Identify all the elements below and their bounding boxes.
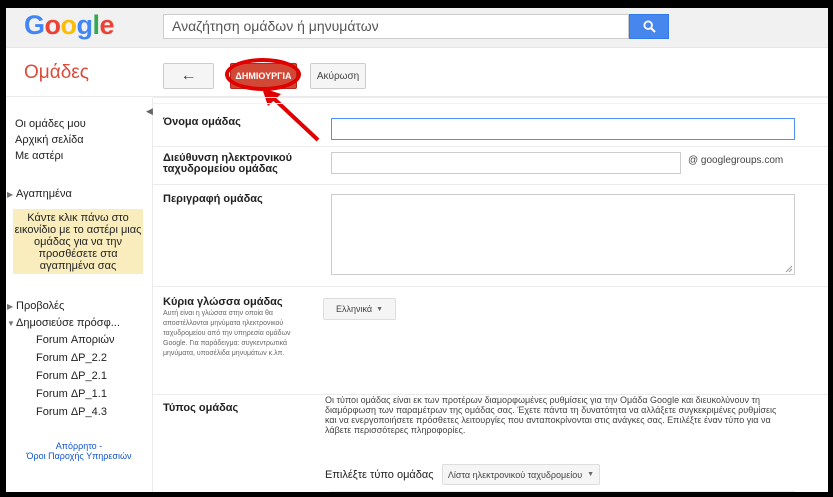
sidebar: Οι ομάδες μου Αρχική σελίδα Με αστέρι ▶ Α… <box>6 98 153 492</box>
search-icon <box>642 20 656 33</box>
logo-letter: g <box>76 10 94 40</box>
language-value: Ελληνικά <box>335 304 373 314</box>
group-name-input[interactable] <box>331 118 795 140</box>
divider <box>153 97 828 98</box>
group-email-label: Διεύθυνση ηλεκτρονικού ταχυδρομείου ομάδ… <box>163 153 292 175</box>
group-language-help: Αυτή είναι η γλώσσα στην οποία θα αποστέ… <box>163 310 291 357</box>
search-input[interactable]: Αναζήτηση ομάδων ή μηνυμάτων <box>163 14 629 39</box>
back-arrow-icon: ← <box>180 67 197 84</box>
top-bar: Google Αναζήτηση ομάδων ή μηνυμάτων <box>6 8 828 48</box>
google-logo[interactable]: Google <box>24 10 115 41</box>
sidebar-item-starred[interactable]: Με αστέρι <box>15 150 63 162</box>
chevron-down-icon: ▼ <box>7 319 15 328</box>
favorites-hint: Κάντε κλικ πάνω στο εικονίδιο με το αστέ… <box>13 209 143 274</box>
sidebar-section-recent[interactable]: ▼Δημοσιεύσε πρόσφ... <box>7 317 120 329</box>
divider <box>153 184 828 185</box>
logo-letter: o <box>60 10 78 40</box>
email-domain-suffix: @ googlegroups.com <box>688 155 784 166</box>
sidebar-item-my-groups[interactable]: Οι ομάδες μου <box>15 118 86 130</box>
create-group-form: Όνομα ομάδας Διεύθυνση ηλεκτρονικού ταχυ… <box>153 97 828 492</box>
chevron-right-icon: ▶ <box>7 190 14 199</box>
group-email-input[interactable] <box>331 152 681 174</box>
sidebar-item-forum[interactable]: Forum ΔΡ_4.3 <box>36 406 107 418</box>
divider <box>330 491 795 492</box>
resize-handle-icon[interactable] <box>785 265 793 273</box>
caret-down-icon: ▼ <box>587 471 595 478</box>
recent-label: Δημοσιεύσε πρόσφ... <box>16 317 120 329</box>
divider <box>153 146 828 147</box>
privacy-link[interactable]: Απόρρητο - <box>6 441 152 451</box>
chevron-right-icon: ▶ <box>7 302 14 311</box>
sidebar-item-forum[interactable]: Forum Αποριών <box>36 334 115 346</box>
group-type-description: Οι τύποι ομάδας είναι εκ των προτέρων δι… <box>325 395 777 435</box>
favorites-label: Αγαπημένα <box>16 188 72 200</box>
terms-link[interactable]: Όροι Παροχής Υπηρεσιών <box>6 451 152 461</box>
app-header: Ομάδες <box>6 48 828 97</box>
app-title[interactable]: Ομάδες <box>24 62 89 84</box>
app-window: Google Αναζήτηση ομάδων ή μηνυμάτων Ομάδ… <box>6 8 828 492</box>
group-type-choose-label: Επιλέξτε τύπο ομάδας <box>325 469 434 481</box>
divider <box>153 286 828 287</box>
group-type-value: Λίστα ηλεκτρονικού ταχυδρομείου <box>447 469 583 480</box>
logo-letter: G <box>24 10 45 40</box>
back-button[interactable]: ← <box>163 63 214 89</box>
group-language-label: Κύρια γλώσσα ομάδας <box>163 296 283 308</box>
sidebar-item-forum[interactable]: Forum ΔΡ_2.1 <box>36 370 107 382</box>
sidebar-item-forum[interactable]: Forum ΔΡ_1.1 <box>36 388 107 400</box>
views-label: Προβολές <box>16 300 65 312</box>
sidebar-item-forum[interactable]: Forum ΔΡ_2.2 <box>36 352 107 364</box>
sidebar-section-favorites[interactable]: ▶ Αγαπημένα <box>7 188 72 200</box>
sidebar-section-views[interactable]: ▶ Προβολές <box>7 300 64 312</box>
logo-letter: o <box>44 10 62 40</box>
group-description-textarea[interactable] <box>331 194 795 275</box>
logo-letter: e <box>99 10 115 40</box>
logo-letter: l <box>92 10 101 40</box>
sidebar-footer: Απόρρητο - Όροι Παροχής Υπηρεσιών <box>6 441 152 461</box>
group-type-label: Τύπος ομάδας <box>163 402 239 414</box>
group-type-dropdown[interactable]: Λίστα ηλεκτρονικού ταχυδρομείου ▼ <box>442 464 600 485</box>
group-email-label-line: ταχυδρομείου ομάδας <box>163 163 278 175</box>
language-dropdown[interactable]: Ελληνικά ▼ <box>323 298 396 320</box>
collapse-sidebar-icon[interactable]: ◀ <box>146 106 153 117</box>
group-description-label: Περιγραφή ομάδας <box>163 193 263 205</box>
search-button[interactable] <box>629 14 669 39</box>
sidebar-item-home[interactable]: Αρχική σελίδα <box>15 134 84 146</box>
divider <box>153 103 828 104</box>
caret-down-icon: ▼ <box>376 305 384 313</box>
group-name-label: Όνομα ομάδας <box>163 116 241 128</box>
